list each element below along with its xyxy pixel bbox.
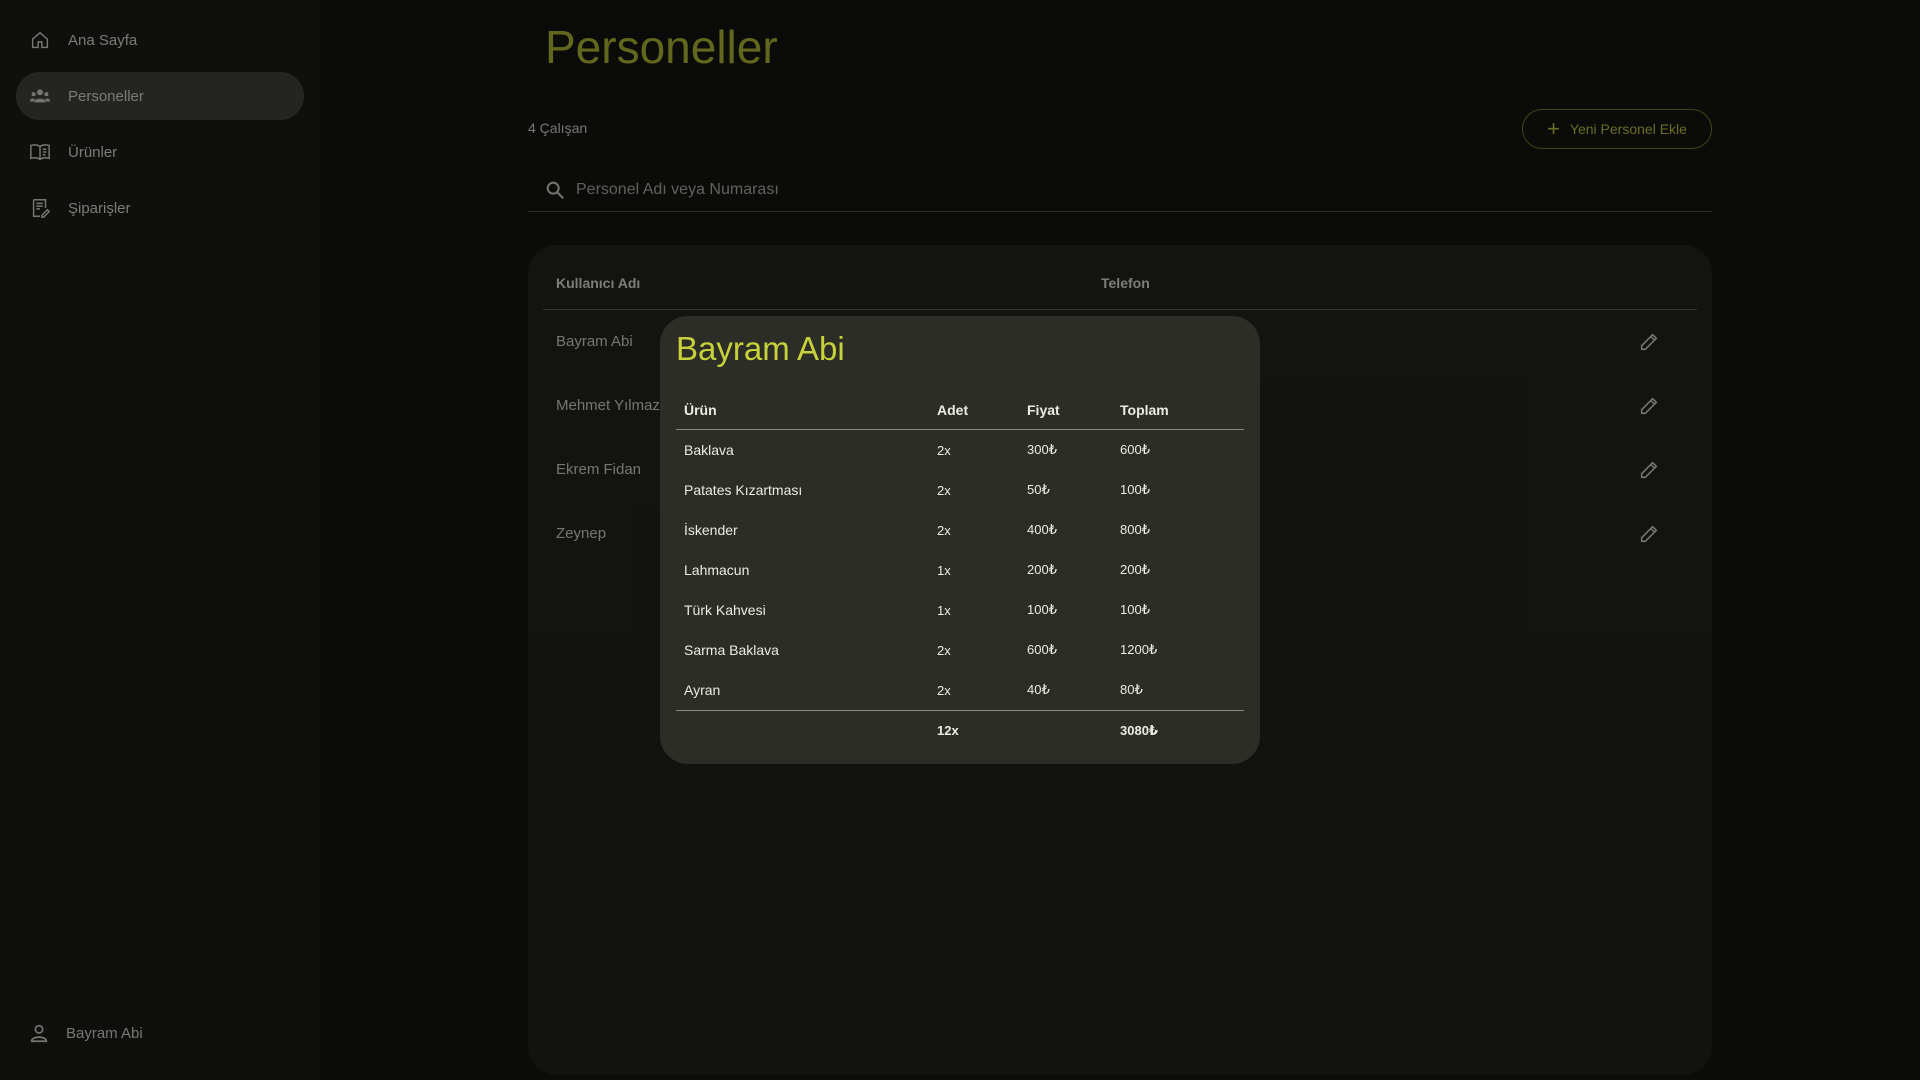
search-input[interactable] xyxy=(576,180,1476,199)
table-row-name[interactable]: Zeynep xyxy=(556,525,606,542)
product-qty: 2x xyxy=(937,442,951,458)
product-name: Lahmacun xyxy=(684,562,750,578)
sidebar-item-urunler[interactable]: Ürünler xyxy=(16,128,304,176)
table-row-name[interactable]: Ekrem Fidan xyxy=(556,461,641,478)
product-qty: 2x xyxy=(937,522,951,538)
column-header-price: Fiyat xyxy=(1027,401,1060,418)
add-employee-label: Yeni Personel Ekle xyxy=(1569,121,1687,137)
product-price: 300₺ xyxy=(1027,442,1057,457)
edit-icon[interactable] xyxy=(1638,395,1662,419)
product-price: 400₺ xyxy=(1027,522,1057,537)
column-header-phone: Telefon xyxy=(1101,275,1150,291)
profile-item[interactable]: Bayram Abi xyxy=(16,1022,143,1044)
product-total: 600₺ xyxy=(1120,442,1150,457)
sidebar-item-label: Ürünler xyxy=(68,143,118,161)
product-total: 100₺ xyxy=(1120,482,1150,497)
product-qty: 1x xyxy=(937,602,951,618)
plus-icon: + xyxy=(1547,116,1560,141)
order-row: Türk Kahvesi 1x 100₺ 100₺ xyxy=(676,590,1244,630)
product-total: 200₺ xyxy=(1120,562,1150,577)
column-header-username: Kullanıcı Adı xyxy=(556,275,641,291)
product-name: İskender xyxy=(684,522,738,538)
sidebar: Ana Sayfa Personeller Ürünler Şiparişler… xyxy=(0,0,320,1080)
product-qty: 2x xyxy=(937,482,951,498)
product-name: Patates Kızartması xyxy=(684,482,803,498)
search-icon xyxy=(546,181,564,199)
employee-count: 4 Çalışan xyxy=(528,120,588,136)
product-qty: 2x xyxy=(937,642,951,658)
page-title: Personeller xyxy=(545,21,778,73)
modal-title: Bayram Abi xyxy=(676,330,845,367)
order-table-footer: 12x 3080₺ xyxy=(676,710,1244,750)
sidebar-item-label: Ana Sayfa xyxy=(68,31,138,49)
book-icon xyxy=(28,140,52,164)
product-price: 100₺ xyxy=(1027,602,1057,617)
order-detail-modal: Bayram Abi Ürün Adet Fiyat Toplam Baklav… xyxy=(660,316,1260,764)
grand-total: 3080₺ xyxy=(1120,722,1158,738)
sidebar-item-siparisler[interactable]: Şiparişler xyxy=(16,184,304,232)
edit-icon[interactable] xyxy=(1638,459,1662,483)
order-table-header: Ürün Adet Fiyat Toplam xyxy=(676,390,1244,430)
product-price: 600₺ xyxy=(1027,642,1057,657)
column-header-product: Ürün xyxy=(684,401,717,418)
column-header-total: Toplam xyxy=(1120,401,1169,418)
sidebar-item-personeller[interactable]: Personeller xyxy=(16,72,304,120)
orders-icon xyxy=(28,196,52,220)
column-header-qty: Adet xyxy=(937,401,969,418)
product-name: Sarma Baklava xyxy=(684,642,779,658)
product-qty: 1x xyxy=(937,562,951,578)
people-icon xyxy=(28,84,52,108)
product-qty: 2x xyxy=(937,682,951,698)
sidebar-item-label: Şiparişler xyxy=(68,199,131,217)
order-row: Ayran 2x 40₺ 80₺ xyxy=(676,670,1244,710)
product-total: 800₺ xyxy=(1120,522,1150,537)
product-name: Ayran xyxy=(684,682,721,698)
total-qty: 12x xyxy=(937,723,959,738)
product-price: 50₺ xyxy=(1027,482,1050,497)
product-price: 40₺ xyxy=(1027,682,1050,697)
table-row-name[interactable]: Bayram Abi xyxy=(556,333,633,350)
profile-name: Bayram Abi xyxy=(66,1024,143,1042)
edit-icon[interactable] xyxy=(1638,331,1662,355)
sidebar-item-ana-sayfa[interactable]: Ana Sayfa xyxy=(16,16,304,64)
product-name: Baklava xyxy=(684,442,734,458)
home-icon xyxy=(28,28,52,52)
edit-icon[interactable] xyxy=(1638,523,1662,547)
header-divider xyxy=(543,309,1697,310)
table-row-name[interactable]: Mehmet Yılmaz xyxy=(556,397,660,414)
person-icon xyxy=(30,1024,48,1043)
product-total: 80₺ xyxy=(1120,682,1143,697)
order-table: Ürün Adet Fiyat Toplam Baklava 2x 300₺ 6… xyxy=(676,390,1244,750)
order-row: Lahmacun 1x 200₺ 200₺ xyxy=(676,550,1244,590)
product-price: 200₺ xyxy=(1027,562,1057,577)
order-row: Baklava 2x 300₺ 600₺ xyxy=(676,430,1244,470)
order-row: İskender 2x 400₺ 800₺ xyxy=(676,510,1244,550)
add-employee-button[interactable]: + Yeni Personel Ekle xyxy=(1522,109,1712,149)
order-row: Sarma Baklava 2x 600₺ 1200₺ xyxy=(676,630,1244,670)
order-row: Patates Kızartması 2x 50₺ 100₺ xyxy=(676,470,1244,510)
sidebar-item-label: Personeller xyxy=(68,87,144,105)
search-bar xyxy=(528,168,1712,212)
product-name: Türk Kahvesi xyxy=(684,602,766,618)
product-total: 100₺ xyxy=(1120,602,1150,617)
product-total: 1200₺ xyxy=(1120,642,1158,657)
